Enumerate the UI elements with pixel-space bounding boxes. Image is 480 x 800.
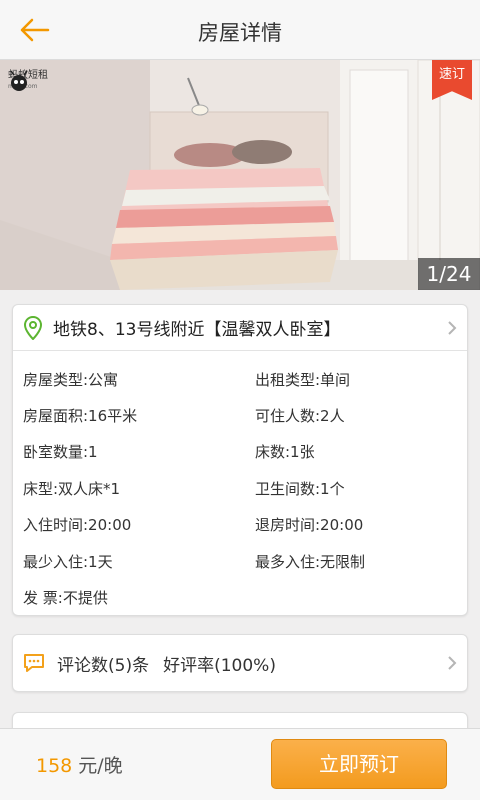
chevron-right-icon — [448, 656, 457, 670]
detail-min-stay: 最少入住:1天 — [23, 553, 113, 571]
location-pin-icon — [23, 315, 43, 340]
detail-area: 房屋面积:16平米 — [23, 407, 138, 425]
detail-bed-type: 床型:双人床*1 — [23, 480, 121, 498]
detail-house-type: 房屋类型:公寓 — [23, 371, 119, 389]
detail-beds: 床数:1张 — [255, 443, 315, 461]
detail-checkout-time: 退房时间:20:00 — [255, 516, 364, 534]
price-unit: 元/晚 — [78, 755, 123, 777]
price-amount: 158 — [36, 755, 73, 777]
positive-rate: 好评率(100%) — [163, 655, 276, 676]
page-title: 房屋详情 — [198, 21, 282, 45]
detail-max-stay: 最多入住:无限制 — [255, 553, 366, 571]
book-now-button[interactable]: 立即预订 — [271, 739, 447, 789]
booking-bar: 158 元/晚 立即预订 — [0, 728, 480, 800]
review-count: 评论数(5)条 — [57, 655, 150, 676]
reviews-row[interactable]: 评论数(5)条 好评率(100%) — [12, 634, 468, 692]
photo-counter: 1/24 — [418, 258, 480, 290]
room-photo — [0, 60, 480, 290]
detail-capacity: 可住人数:2人 — [255, 407, 345, 425]
top-bar: 房屋详情 — [0, 0, 480, 60]
listing-title: 地铁8、13号线附近【温馨双人卧室】 — [53, 320, 341, 340]
ant-logo-icon — [10, 70, 28, 91]
chevron-right-icon — [448, 320, 457, 335]
brand-logo: 蚂蚁短租 mayi.com — [6, 70, 48, 92]
detail-invoice: 发 票:不提供 — [23, 589, 108, 607]
nightly-price: 158 元/晚 — [36, 751, 123, 778]
comment-icon — [24, 654, 44, 672]
detail-checkin-time: 入住时间:20:00 — [23, 516, 132, 534]
photo-gallery[interactable]: 蚂蚁短租 mayi.com 速订 1/24 — [0, 60, 480, 290]
listing-title-row[interactable]: 地铁8、13号线附近【温馨双人卧室】 — [13, 305, 467, 351]
detail-bathrooms: 卫生间数:1个 — [255, 480, 345, 498]
detail-rent-type: 出租类型:单间 — [255, 371, 351, 389]
listing-info-card: 地铁8、13号线附近【温馨双人卧室】 房屋类型:公寓 出租类型:单间 房屋面积:… — [12, 304, 468, 616]
detail-bedrooms: 卧室数量:1 — [23, 443, 98, 461]
